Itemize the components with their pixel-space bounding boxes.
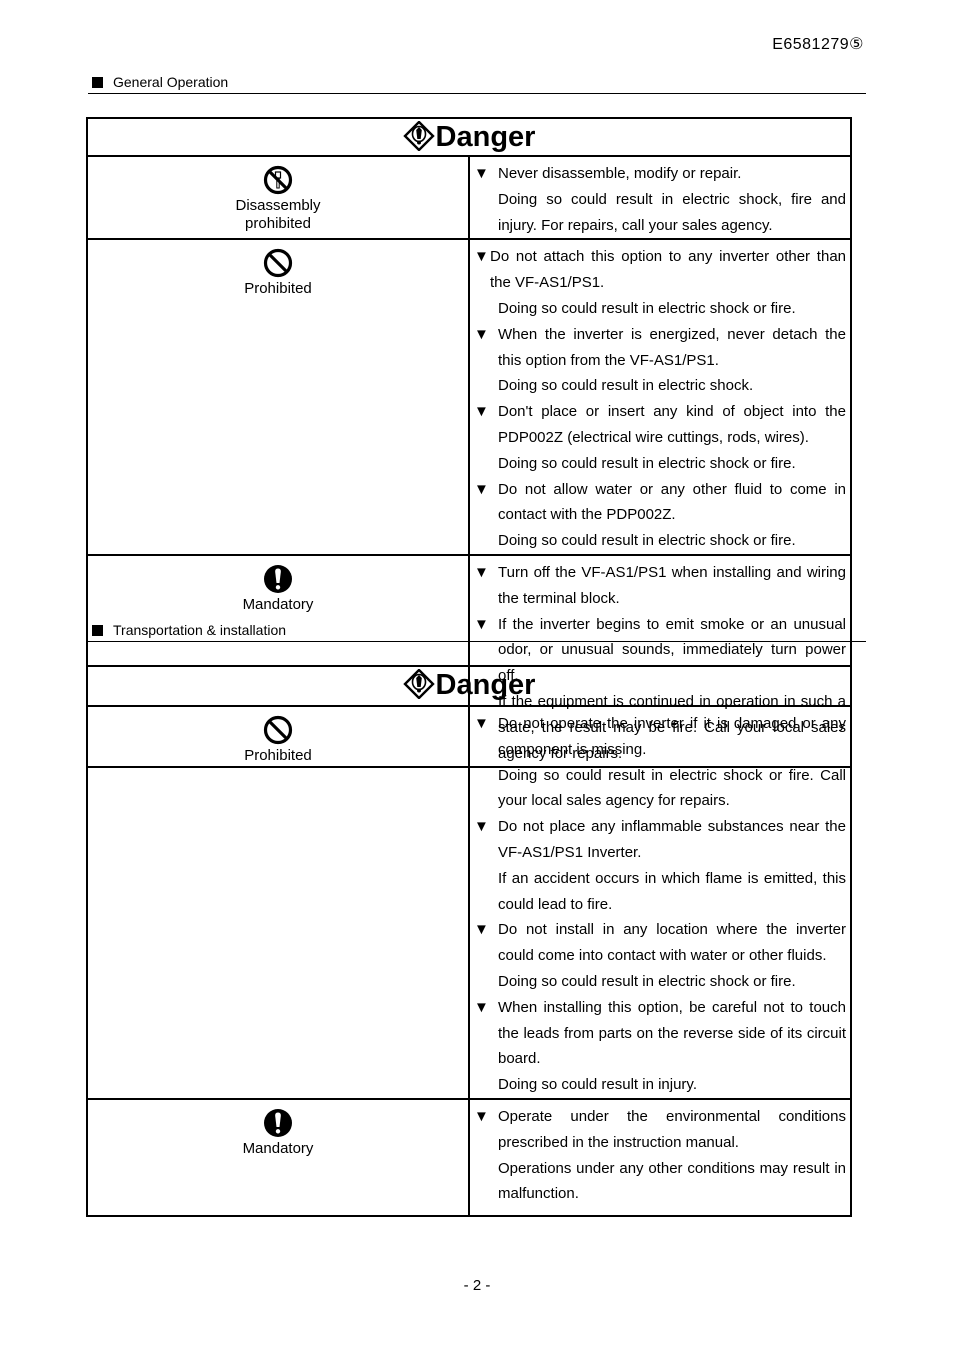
- section-heading-text: General Operation: [113, 74, 229, 90]
- warning-item: ▼ Turn off the VF-AS1/PS1 when installing…: [474, 560, 846, 612]
- icon-cell: Disassembly prohibited: [86, 154, 470, 241]
- danger-warning-icon: [402, 120, 435, 152]
- icon-label: Mandatory: [242, 595, 314, 613]
- triangle-bullet-icon: ▼: [474, 563, 489, 581]
- warning-detail: Doing so could result in electric shock …: [498, 532, 796, 550]
- text-cell: ▼ Never disassemble, modify or repair. Do…: [468, 154, 852, 241]
- icon-cell: Prohibited: [86, 705, 470, 1100]
- warning-detail: Doing so could result in electric shock …: [498, 972, 796, 990]
- text-cell: ▼ Operate under the environmental conditi…: [468, 1097, 852, 1218]
- warning-item: ▼ Don't place or insert any kind of objec…: [474, 399, 846, 451]
- warning-detail: If an accident occurs in which flame is …: [498, 869, 846, 913]
- danger-title-text: Danger: [435, 121, 536, 153]
- triangle-bullet-icon: ▼: [474, 480, 489, 498]
- warning-text: When installing this option, be careful …: [498, 998, 846, 1068]
- section-heading-text: Transportation & installation: [113, 622, 287, 638]
- mandatory-icon: [264, 564, 292, 593]
- icon-label: prohibited: [245, 215, 311, 232]
- triangle-bullet-icon: ▼: [474, 165, 489, 182]
- warning-item: ▼ Do not operate the inverter if it is da…: [474, 711, 846, 763]
- triangle-bullet-icon: ▼: [474, 818, 489, 836]
- warning-item: ▼ Never disassemble, modify or repair.: [474, 161, 846, 187]
- square-bullet-icon: [92, 625, 103, 636]
- section-heading-transportation-installation: Transportation & installation: [88, 622, 866, 642]
- icon-cell: Mandatory: [86, 1097, 470, 1218]
- warning-item: ▼ When installing this option, be careful…: [474, 995, 846, 1072]
- danger-row: Prohibited ▼ Do not operate the inverter …: [86, 705, 852, 1100]
- icon-label: Prohibited: [244, 747, 312, 764]
- warning-text: Turn off the VF-AS1/PS1 when installing …: [498, 563, 846, 607]
- warning-item: ▼ Do not allow water or any other fluid t…: [474, 477, 846, 529]
- triangle-bullet-icon: ▼: [474, 248, 489, 266]
- triangle-bullet-icon: ▼: [474, 715, 489, 732]
- warning-text: Do not place any inflammable substances …: [498, 818, 846, 861]
- warning-text: When the inverter is energized, never de…: [498, 325, 846, 369]
- warning-item: ▼ Do not place any inflammable substances…: [474, 814, 846, 866]
- warning-text: Never disassemble, modify or repair.: [498, 165, 742, 182]
- triangle-bullet-icon: ▼: [474, 403, 489, 421]
- icon-label: Prohibited: [244, 280, 312, 298]
- icon-label: Mandatory: [242, 1139, 314, 1157]
- warning-text: Don't place or insert any kind of object…: [498, 403, 846, 446]
- icon-cell: Prohibited: [86, 238, 470, 556]
- triangle-bullet-icon: ▼: [474, 921, 489, 939]
- warning-detail: Doing so could result in electric shock,…: [498, 190, 846, 234]
- warning-detail: Doing so could result in electric shock …: [498, 766, 846, 810]
- danger-title: Danger: [86, 665, 852, 707]
- warning-text: Do not install in any location where the…: [498, 921, 846, 965]
- danger-row: Mandatory ▼ Operate under the environment…: [86, 1097, 852, 1218]
- warning-text: Do not attach this option to any inverte…: [490, 248, 846, 292]
- warning-text: Operate under the environmental conditio…: [498, 1107, 846, 1151]
- warning-text: Do not allow water or any other fluid to…: [498, 480, 846, 524]
- warning-item: ▼ Do not attach this option to any invert…: [474, 244, 846, 296]
- warning-detail: Operations under any other conditions ma…: [498, 1159, 846, 1203]
- page-number: - 2 -: [463, 1277, 491, 1294]
- danger-row: Disassembly prohibited ▼ Never disassembl…: [86, 154, 852, 241]
- triangle-bullet-icon: ▼: [474, 1107, 489, 1125]
- warning-text: Do not operate the inverter if it is dam…: [498, 715, 846, 758]
- warning-item: ▼ When the inverter is energized, never d…: [474, 322, 846, 374]
- triangle-bullet-icon: ▼: [474, 998, 489, 1016]
- disassembly-prohibited-icon: [263, 165, 293, 195]
- text-cell: ▼ Do not attach this option to any invert…: [468, 238, 852, 556]
- icon-label: Disassembly: [235, 197, 321, 214]
- square-bullet-icon: [92, 77, 103, 88]
- document-id: E6581279⑤: [772, 36, 864, 53]
- danger-row: Prohibited ▼ Do not attach this option to…: [86, 238, 852, 556]
- prohibited-icon: [263, 715, 293, 745]
- text-cell: ▼ Do not operate the inverter if it is da…: [468, 705, 852, 1100]
- warning-detail: Doing so could result in injury.: [498, 1076, 697, 1094]
- warning-item: ▼ Do not install in any location where th…: [474, 917, 846, 969]
- triangle-bullet-icon: ▼: [474, 325, 489, 343]
- section-heading-general-operation: General Operation: [88, 74, 866, 94]
- warning-item: ▼ Operate under the environmental conditi…: [474, 1104, 846, 1156]
- danger-title-text: Danger: [435, 669, 536, 701]
- danger-warning-icon: [402, 668, 435, 700]
- warning-detail: Doing so could result in electric shock …: [498, 454, 796, 472]
- warning-detail: Doing so could result in electric shock.: [498, 377, 754, 395]
- danger-table-transportation-installation: Danger Prohibited ▼ Do not operate the in…: [86, 665, 852, 1218]
- danger-title: Danger: [86, 117, 852, 157]
- warning-detail: Doing so could result in electric shock …: [498, 299, 796, 317]
- mandatory-icon: [264, 1108, 292, 1137]
- prohibited-icon: [263, 249, 293, 278]
